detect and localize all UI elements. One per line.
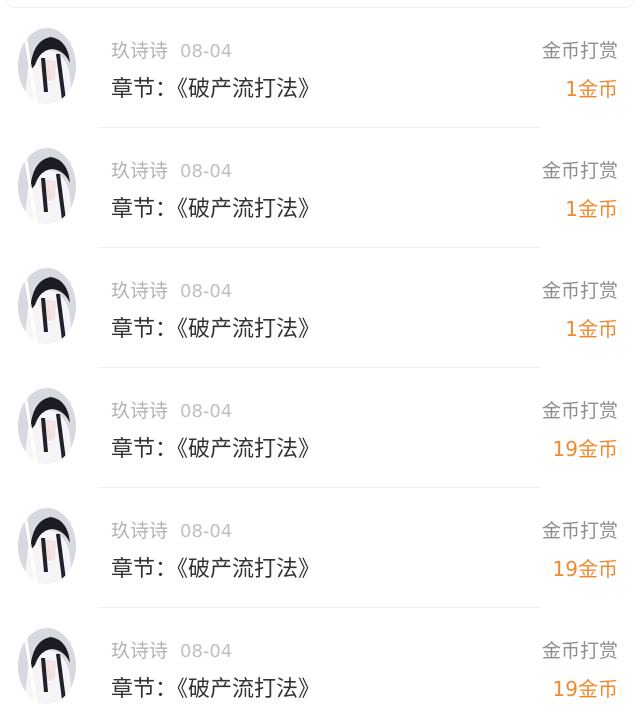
reward-type: 金币打赏 bbox=[541, 520, 618, 542]
anime-character-avatar-icon bbox=[18, 628, 76, 704]
reward-date: 08-04 bbox=[180, 281, 233, 302]
user-avatar[interactable] bbox=[18, 388, 76, 464]
reward-amount: 19金币 bbox=[552, 437, 618, 461]
reward-meta: 玖诗诗 08-04 bbox=[111, 276, 232, 303]
anime-character-avatar-icon bbox=[18, 28, 76, 104]
chapter-title: 章节：《破产流打法》 bbox=[111, 317, 321, 342]
previous-card-edge bbox=[4, 0, 636, 8]
user-avatar[interactable] bbox=[18, 268, 76, 344]
reward-amount: 19金币 bbox=[552, 557, 618, 581]
reward-amount: 19金币 bbox=[552, 677, 618, 701]
chapter-title: 章节：《破产流打法》 bbox=[111, 77, 321, 102]
reward-meta: 玖诗诗 08-04 bbox=[111, 156, 232, 183]
anime-character-avatar-icon bbox=[18, 148, 76, 224]
reward-record-row[interactable]: 玖诗诗 08-04 章节：《破产流打法》 金币打赏 19金币 bbox=[0, 608, 640, 728]
user-name[interactable]: 玖诗诗 bbox=[111, 400, 168, 422]
chapter-title: 章节：《破产流打法》 bbox=[111, 197, 321, 222]
reward-type: 金币打赏 bbox=[541, 400, 618, 422]
reward-record-row[interactable]: 玖诗诗 08-04 章节：《破产流打法》 金币打赏 1金币 bbox=[0, 248, 640, 368]
anime-character-avatar-icon bbox=[18, 388, 76, 464]
reward-date: 08-04 bbox=[180, 401, 233, 422]
reward-record-row[interactable]: 玖诗诗 08-04 章节：《破产流打法》 金币打赏 1金币 bbox=[0, 8, 640, 128]
anime-character-avatar-icon bbox=[18, 508, 76, 584]
chapter-title: 章节：《破产流打法》 bbox=[111, 677, 321, 702]
user-avatar[interactable] bbox=[18, 628, 76, 704]
user-avatar[interactable] bbox=[18, 148, 76, 224]
reward-meta: 玖诗诗 08-04 bbox=[111, 36, 232, 63]
reward-meta: 玖诗诗 08-04 bbox=[111, 516, 232, 543]
reward-type: 金币打赏 bbox=[541, 160, 618, 182]
reward-date: 08-04 bbox=[180, 641, 233, 662]
user-name[interactable]: 玖诗诗 bbox=[111, 40, 168, 62]
user-name[interactable]: 玖诗诗 bbox=[111, 160, 168, 182]
reward-record-row[interactable]: 玖诗诗 08-04 章节：《破产流打法》 金币打赏 19金币 bbox=[0, 488, 640, 608]
reward-meta: 玖诗诗 08-04 bbox=[111, 636, 232, 663]
reward-date: 08-04 bbox=[180, 521, 233, 542]
user-name[interactable]: 玖诗诗 bbox=[111, 280, 168, 302]
reward-date: 08-04 bbox=[180, 41, 233, 62]
user-name[interactable]: 玖诗诗 bbox=[111, 640, 168, 662]
reward-amount: 1金币 bbox=[565, 77, 618, 101]
user-avatar[interactable] bbox=[18, 508, 76, 584]
reward-meta: 玖诗诗 08-04 bbox=[111, 396, 232, 423]
chapter-title: 章节：《破产流打法》 bbox=[111, 437, 321, 462]
reward-type: 金币打赏 bbox=[541, 40, 618, 62]
chapter-title: 章节：《破产流打法》 bbox=[111, 557, 321, 582]
reward-date: 08-04 bbox=[180, 161, 233, 182]
reward-amount: 1金币 bbox=[565, 317, 618, 341]
reward-type: 金币打赏 bbox=[541, 280, 618, 302]
user-avatar[interactable] bbox=[18, 28, 76, 104]
reward-type: 金币打赏 bbox=[541, 640, 618, 662]
reward-record-row[interactable]: 玖诗诗 08-04 章节：《破产流打法》 金币打赏 19金币 bbox=[0, 368, 640, 488]
reward-record-list: 玖诗诗 08-04 章节：《破产流打法》 金币打赏 1金币 玖诗诗 08-04 章节… bbox=[0, 8, 640, 728]
reward-record-row[interactable]: 玖诗诗 08-04 章节：《破产流打法》 金币打赏 1金币 bbox=[0, 128, 640, 248]
anime-character-avatar-icon bbox=[18, 268, 76, 344]
reward-amount: 1金币 bbox=[565, 197, 618, 221]
user-name[interactable]: 玖诗诗 bbox=[111, 520, 168, 542]
